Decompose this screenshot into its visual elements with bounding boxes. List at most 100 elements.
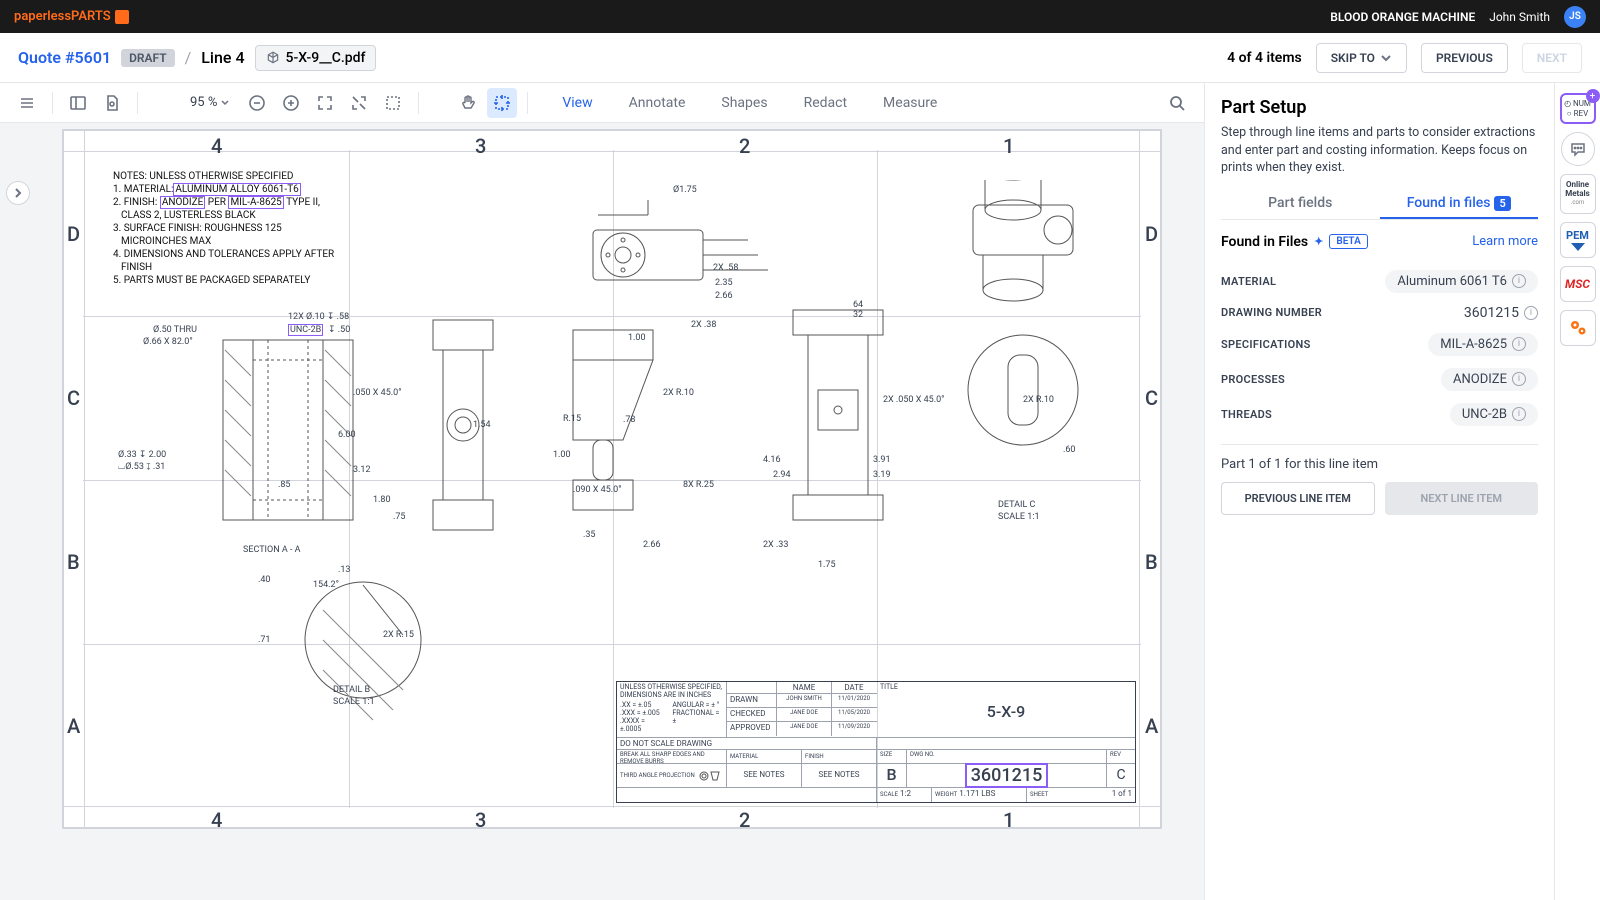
property-value[interactable]: ANODIZE i (1441, 368, 1538, 391)
menu-icon[interactable] (12, 88, 42, 118)
dimension-callout: R.15 (563, 414, 581, 424)
dimension-callout: .35 (583, 530, 596, 540)
crop-icon[interactable] (378, 88, 408, 118)
grid-row-label: C (67, 386, 80, 410)
part-nav-text: Part 1 of 1 for this line item (1221, 457, 1538, 472)
company-name: BLOOD ORANGE MACHINE (1330, 10, 1475, 24)
info-icon[interactable]: i (1512, 372, 1526, 386)
viewer-tabs: View Annotate Shapes Redact Measure (558, 85, 941, 121)
expand-handle[interactable] (6, 181, 30, 205)
page-icon[interactable] (97, 88, 127, 118)
property-label: PROCESSES (1221, 373, 1285, 386)
cube-icon (115, 10, 129, 24)
rail-online-metals[interactable]: OnlineMetals.com (1560, 174, 1596, 214)
pdf-viewer: 95 % View Annotate Shapes Redact Measure 4 4 3… (0, 83, 1204, 900)
search-icon[interactable] (1162, 88, 1192, 118)
viewer-tab-shapes[interactable]: Shapes (717, 85, 771, 121)
file-chip[interactable]: 5-X-9__C.pdf (255, 45, 377, 71)
hand-icon[interactable] (453, 88, 483, 118)
dimension-callout: SCALE 1:1 (333, 697, 375, 707)
viewer-tab-measure[interactable]: Measure (879, 85, 941, 121)
viewer-tab-annotate[interactable]: Annotate (625, 85, 690, 121)
dimension-callout: 64 (853, 300, 863, 310)
chevron-down-icon (1380, 52, 1392, 64)
drawing-number-highlight: 3601215 (965, 763, 1049, 788)
grid-col-label: 4 (211, 134, 222, 158)
property-label: THREADS (1221, 408, 1272, 421)
dimension-callout: 1.54 (473, 420, 491, 430)
items-count: 4 of 4 items (1227, 50, 1302, 66)
dimension-callout: Ø.50 THRU (153, 325, 197, 335)
grid-row-label: A (67, 714, 80, 738)
grid-col-label: 2 (739, 808, 750, 832)
dimension-callout: 1.75 (818, 560, 836, 570)
property-value[interactable]: MIL-A-8625 i (1428, 333, 1538, 356)
property-row: THREADS UNC-2B i (1221, 397, 1538, 432)
rail-pem[interactable]: PEM (1560, 222, 1596, 258)
part-setup-panel: Part Setup Step through line items and p… (1204, 83, 1554, 900)
status-badge: DRAFT (121, 49, 175, 67)
dimension-callout: 32 (853, 310, 863, 320)
property-value[interactable]: 3601215 i (1464, 305, 1538, 321)
skip-to-button[interactable]: SKIP TO (1316, 43, 1407, 73)
tab-part-fields[interactable]: Part fields (1221, 189, 1380, 219)
quote-link[interactable]: Quote #5601 (18, 48, 111, 67)
info-icon[interactable]: i (1512, 337, 1526, 351)
dimension-callout: .85 (278, 480, 291, 490)
grid-row-label: D (1145, 222, 1158, 246)
viewer-tab-redact[interactable]: Redact (800, 85, 851, 121)
dimension-callout: 2X .38 (691, 320, 716, 330)
panel-icon[interactable] (63, 88, 93, 118)
dimension-callout: .40 (258, 575, 271, 585)
viewer-tab-view[interactable]: View (558, 85, 596, 121)
expand-icon[interactable] (344, 88, 374, 118)
rail-msc[interactable]: MSC (1560, 266, 1596, 302)
dimension-callout: SECTION A - A (243, 545, 301, 555)
chat-icon[interactable] (1561, 132, 1595, 166)
dimension-callout: 154.2° (313, 580, 339, 590)
dimension-callout: .71 (258, 635, 271, 645)
grid-row-label: B (1145, 550, 1158, 574)
dimension-callout: 1.00 (628, 333, 646, 343)
fit-icon[interactable] (310, 88, 340, 118)
previous-button[interactable]: PREVIOUS (1421, 43, 1508, 73)
grid-row-label: D (67, 222, 80, 246)
property-value[interactable]: UNC-2B i (1450, 403, 1538, 426)
titleblock: UNLESS OTHERWISE SPECIFIED, DIMENSIONS A… (616, 681, 1136, 803)
dimension-callout: .050 X 45.0° (353, 388, 402, 398)
grid-row-label: A (1145, 714, 1158, 738)
dimension-callout: .13 (338, 565, 351, 575)
brand-logo[interactable]: paperlessPARTS (14, 9, 129, 24)
sparkle-icon: ✦ (1314, 235, 1323, 248)
dimension-callout: 12X Ø.10 ↧ .58 (288, 312, 349, 322)
next-button[interactable]: NEXT (1522, 43, 1582, 73)
info-icon[interactable]: i (1512, 274, 1526, 288)
dimension-callout: ⌴Ø.53 ↧ .31 (118, 462, 165, 472)
breadcrumb-bar: Quote #5601 DRAFT / Line 4 5-X-9__C.pdf … (0, 33, 1600, 83)
dimension-callout: 3.91 (873, 455, 891, 465)
dimension-callout: 3.19 (873, 470, 891, 480)
tab-found-in-files[interactable]: Found in files5 (1380, 189, 1539, 219)
select-icon[interactable] (487, 88, 517, 118)
rail-numrev[interactable]: + ◴ NUM○ REV (1560, 93, 1596, 124)
zoom-out-icon[interactable] (242, 88, 272, 118)
property-value[interactable]: Aluminum 6061 T6 i (1385, 270, 1538, 293)
dimension-callout: Ø.66 X 82.0° (143, 337, 193, 347)
rail-settings[interactable] (1560, 310, 1596, 346)
dimension-callout: 2X .050 X 45.0° (883, 395, 945, 405)
previous-line-item-button[interactable]: PREVIOUS LINE ITEM (1221, 482, 1375, 515)
info-icon[interactable]: i (1512, 407, 1526, 421)
grid-col-label: 3 (475, 808, 486, 832)
dimension-callout: 6.00 (338, 430, 356, 440)
canvas[interactable]: 44332211DDCCBBAA NOTES: UNLESS OTHERWISE… (0, 123, 1204, 900)
info-icon[interactable]: i (1524, 306, 1538, 320)
grid-row-label: C (1145, 386, 1158, 410)
learn-more-link[interactable]: Learn more (1472, 234, 1538, 249)
zoom-in-icon[interactable] (276, 88, 306, 118)
avatar[interactable]: JS (1564, 6, 1586, 28)
grid-row-label: B (67, 550, 80, 574)
grid-col-label: 4 (211, 808, 222, 832)
property-row: SPECIFICATIONSMIL-A-8625 i (1221, 327, 1538, 362)
integrations-rail: + ◴ NUM○ REV OnlineMetals.com PEM MSC (1554, 83, 1600, 900)
zoom-level[interactable]: 95 % (182, 95, 238, 110)
